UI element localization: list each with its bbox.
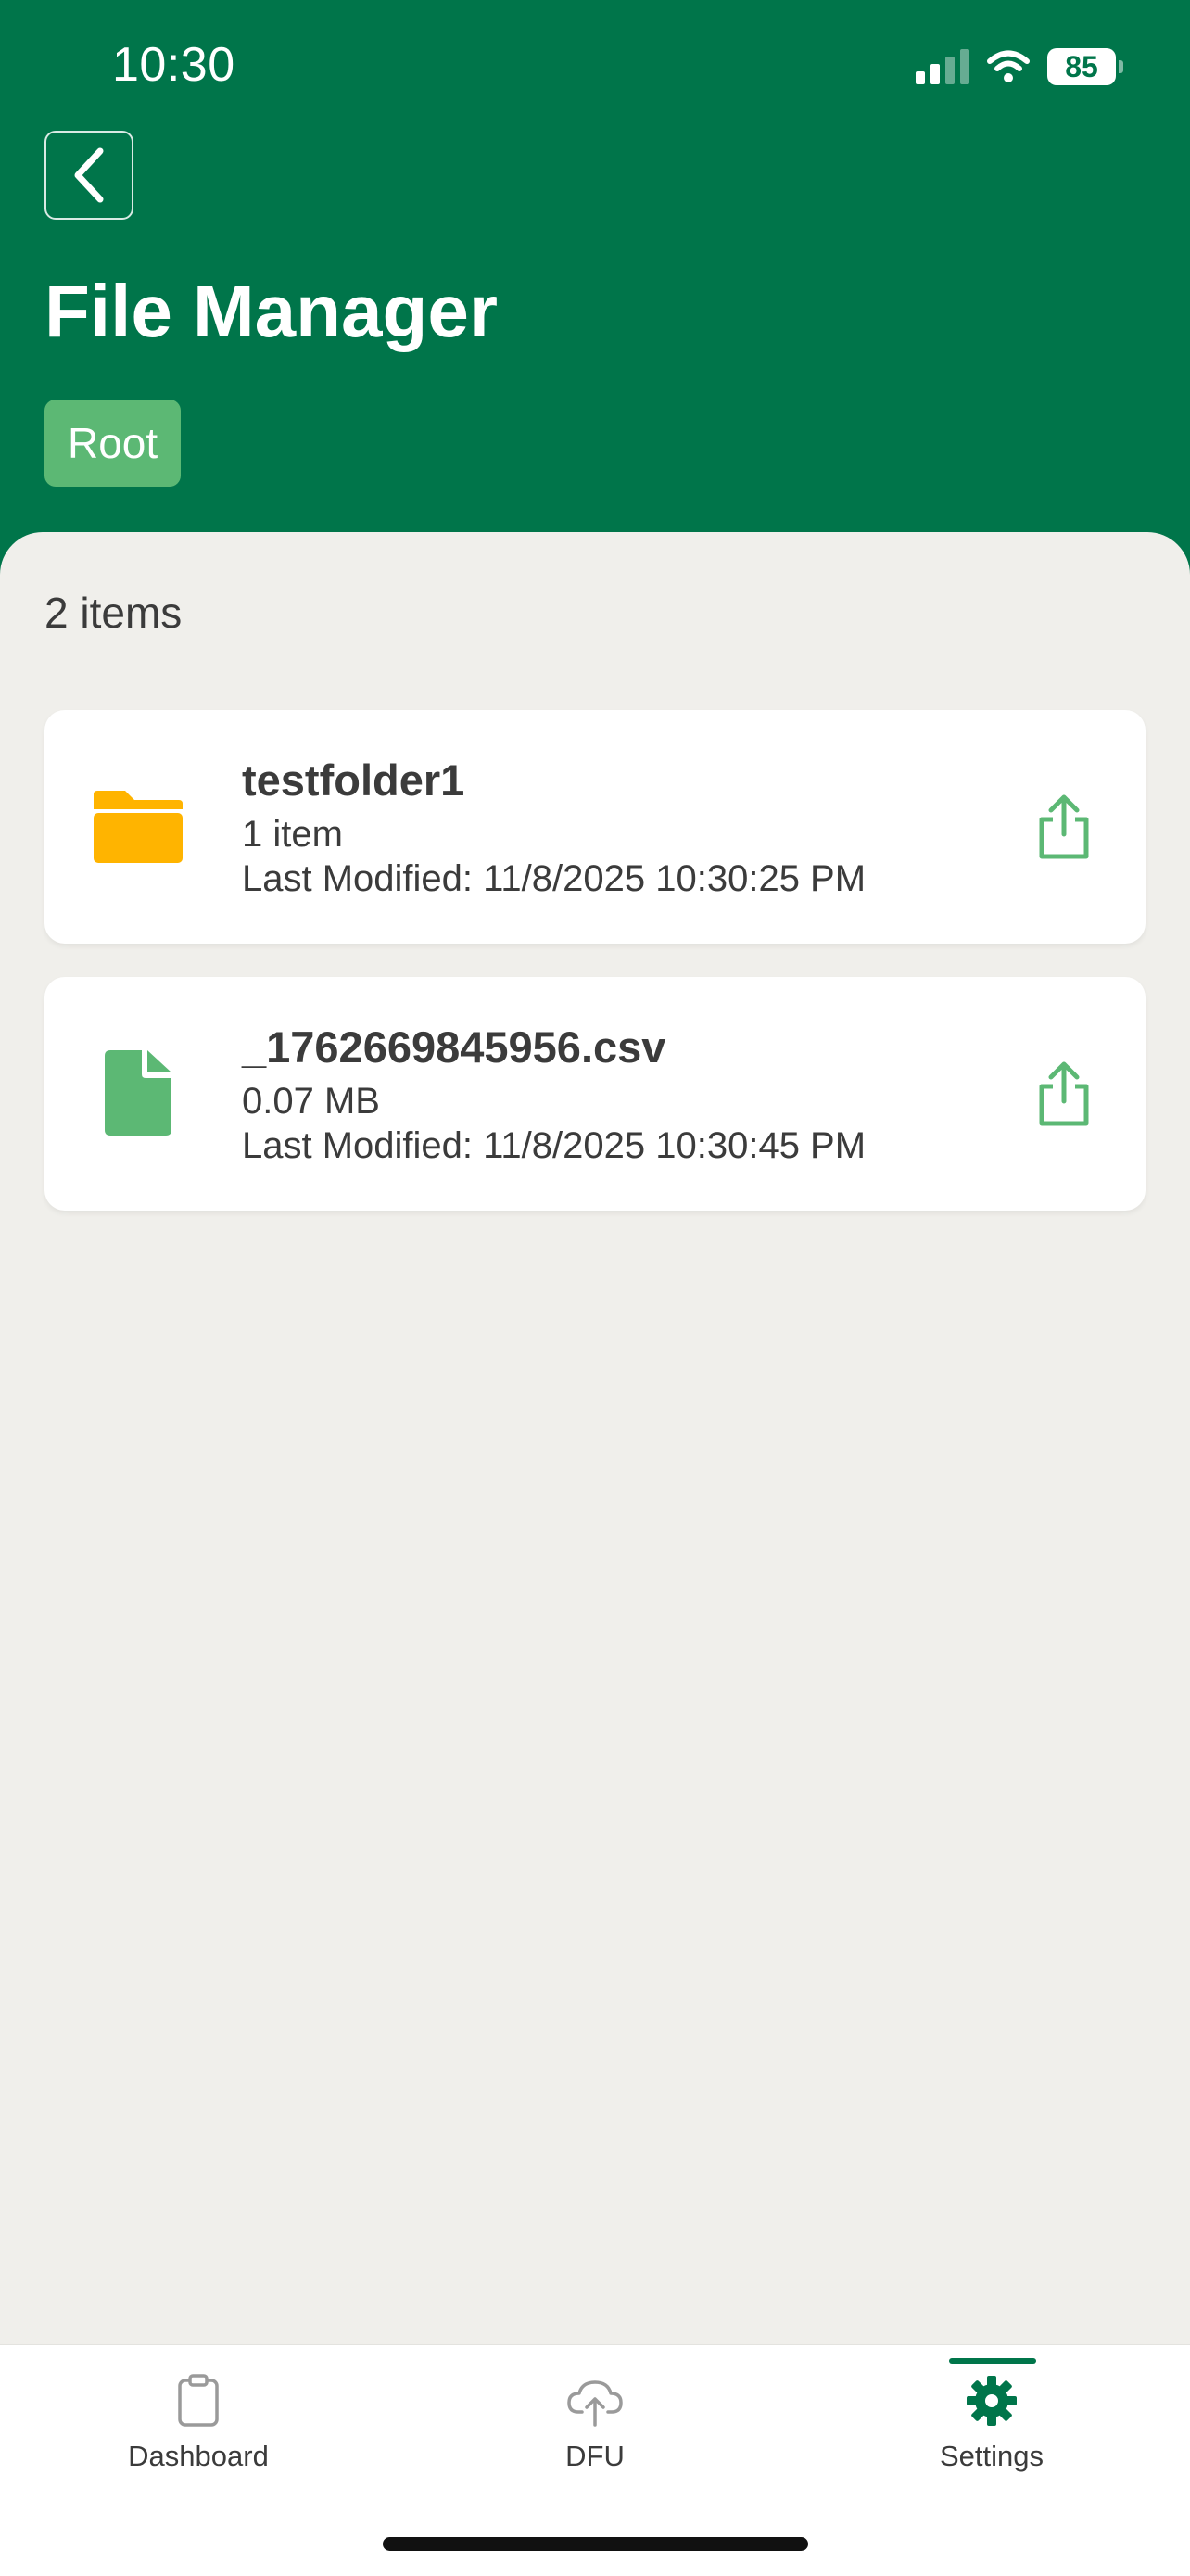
- gear-icon: [964, 2373, 1019, 2433]
- item-name: _1762669845956.csv: [242, 1022, 666, 1072]
- chevron-left-icon: [74, 147, 104, 203]
- list-item-file[interactable]: _1762669845956.csv 0.07 MB Last Modified…: [44, 977, 1146, 1211]
- item-detail: 0.07 MB: [242, 1081, 380, 1122]
- wifi-icon: [987, 50, 1030, 82]
- tab-label: DFU: [565, 2440, 625, 2472]
- tab-dashboard[interactable]: Dashboard: [0, 2345, 397, 2512]
- tab-label: Dashboard: [128, 2440, 269, 2472]
- tab-dfu[interactable]: DFU: [397, 2345, 793, 2512]
- item-count: 2 items: [44, 589, 183, 637]
- item-detail: 1 item: [242, 814, 343, 855]
- list-item-folder[interactable]: testfolder1 1 item Last Modified: 11/8/2…: [44, 710, 1146, 944]
- file-icon: [89, 1042, 187, 1144]
- share-icon[interactable]: [1031, 790, 1097, 864]
- file-list-panel: 2 items testfolder1 1 item Last Modified…: [0, 532, 1190, 2344]
- back-button[interactable]: [44, 131, 133, 220]
- share-icon[interactable]: [1031, 1057, 1097, 1131]
- breadcrumb-root[interactable]: Root: [44, 400, 182, 487]
- cloud-upload-icon: [565, 2373, 625, 2433]
- status-time: 10:30: [112, 38, 235, 92]
- clipboard-icon: [176, 2373, 221, 2433]
- battery-icon: 85: [1047, 48, 1123, 85]
- signal-icon: [916, 49, 969, 84]
- page-title: File Manager: [44, 270, 499, 352]
- tab-label: Settings: [939, 2440, 1044, 2472]
- header: 10:30 85 File Manager Root: [0, 0, 1190, 575]
- home-indicator: [383, 2537, 808, 2551]
- folder-icon: [89, 775, 187, 877]
- item-modified: Last Modified: 11/8/2025 10:30:25 PM: [242, 858, 867, 899]
- item-name: testfolder1: [242, 755, 465, 805]
- tab-settings[interactable]: Settings: [793, 2345, 1190, 2512]
- status-icons: 85: [916, 46, 1123, 87]
- item-modified: Last Modified: 11/8/2025 10:30:45 PM: [242, 1125, 867, 1166]
